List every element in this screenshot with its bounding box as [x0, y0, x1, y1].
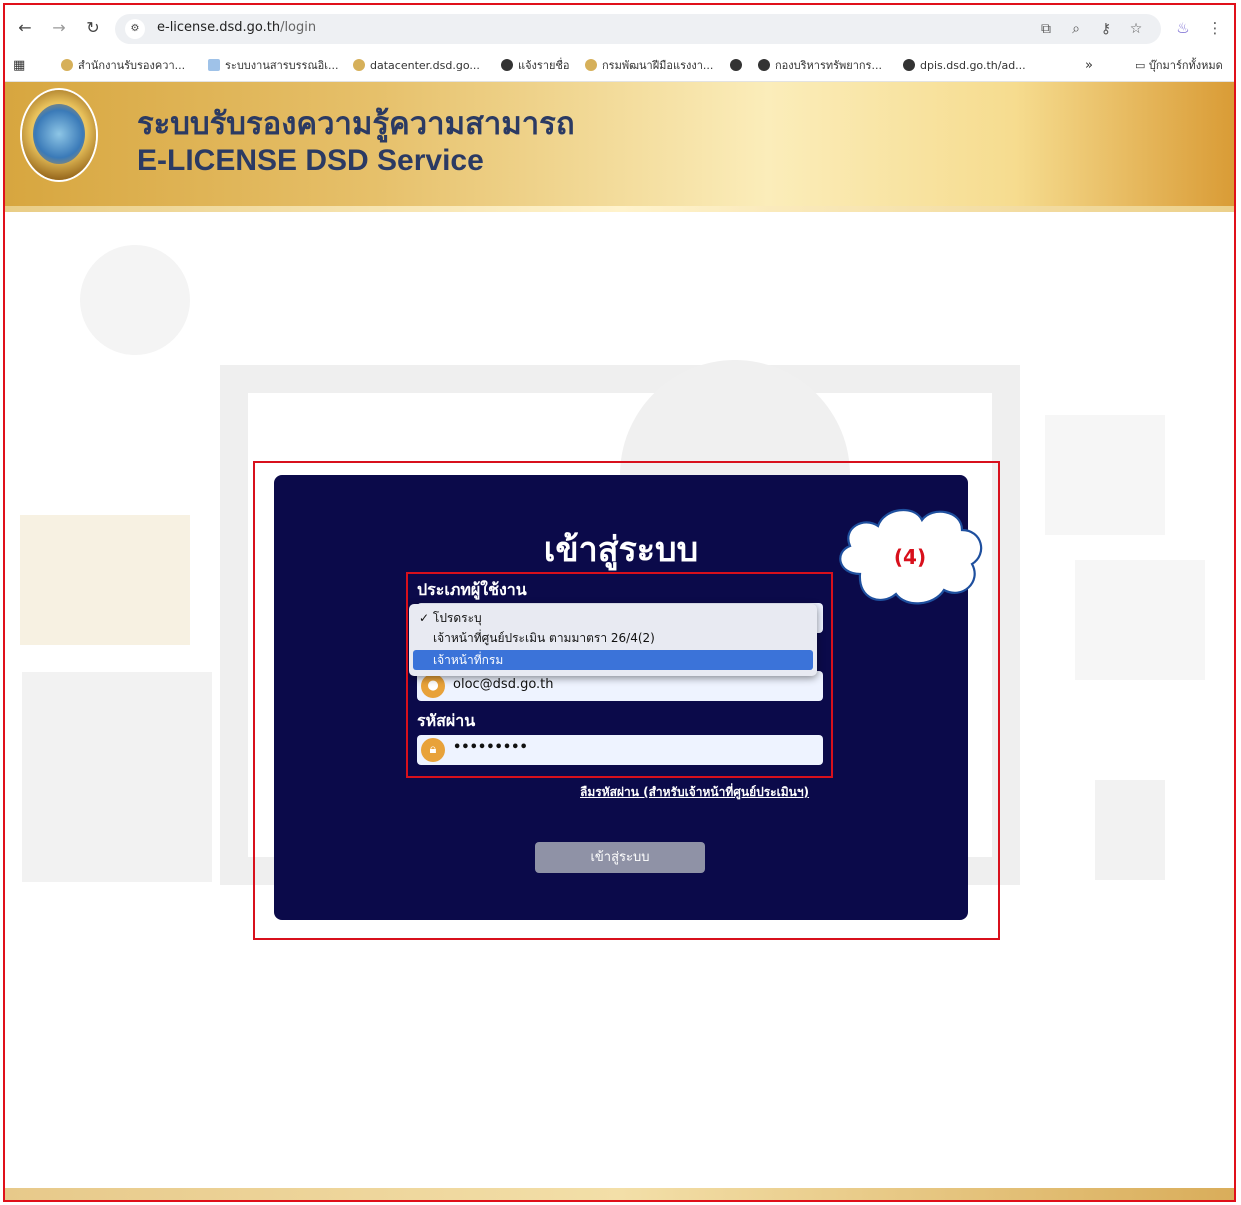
background-pie-chart: [80, 245, 190, 355]
site-title-english: E-LICENSE DSD Service: [137, 144, 484, 177]
address-bar[interactable]: ⚙ e-license.dsd.go.th/login ⧉ ⌕ ⚷ ☆: [115, 14, 1161, 44]
bookmark-item[interactable]: กองบริหารทรัพยากร...: [758, 58, 882, 74]
folder-icon: ▭: [1135, 59, 1149, 72]
login-button[interactable]: เข้าสู่ระบบ: [535, 842, 705, 873]
forgot-password-link[interactable]: ลืมรหัสผ่าน (สำหรับเจ้าหน้าที่ศูนย์ประเม…: [580, 783, 809, 802]
site-info-icon[interactable]: ⚙: [125, 19, 145, 39]
background-bar-chart: [1045, 415, 1165, 535]
globe-icon: [903, 59, 915, 71]
bookmark-item[interactable]: datacenter.dsd.go...: [353, 58, 480, 74]
star-icon[interactable]: ☆: [1127, 20, 1145, 38]
seal-icon: [353, 59, 365, 71]
dsd-logo: [22, 90, 96, 180]
document-icon: [208, 59, 220, 71]
zoom-icon[interactable]: ⌕: [1067, 20, 1085, 38]
bookmarks-bar: ▦ สำนักงานรับรองควา... ระบบงานสารบรรณอิเ…: [5, 51, 1236, 82]
forward-icon[interactable]: →: [49, 18, 69, 38]
seal-icon: [61, 59, 73, 71]
background-folder: [20, 515, 190, 645]
globe-icon: [501, 59, 513, 71]
profile-icon[interactable]: ♨: [1173, 18, 1193, 38]
background-document: [1075, 560, 1205, 680]
callout-label: (4): [893, 545, 927, 569]
back-icon[interactable]: ←: [15, 18, 35, 38]
background-server-rack: [22, 672, 212, 882]
menu-icon[interactable]: ⋮: [1205, 18, 1225, 38]
globe-icon: [730, 59, 742, 71]
apps-icon[interactable]: ▦: [13, 58, 25, 74]
seal-icon: [585, 59, 597, 71]
translate-icon[interactable]: ⧉: [1037, 20, 1055, 38]
bookmark-item[interactable]: สำนักงานรับรองควา...: [61, 58, 185, 74]
browser-toolbar: ← → ↻ ⚙ e-license.dsd.go.th/login ⧉ ⌕ ⚷ …: [5, 5, 1236, 51]
key-icon[interactable]: ⚷: [1097, 20, 1115, 38]
bookmark-item[interactable]: กรมพัฒนาฝีมือแรงงา...: [585, 58, 713, 74]
all-bookmarks-button[interactable]: ▭ บุ๊กมาร์กทั้งหมด: [1135, 58, 1223, 74]
logo-emblem: [33, 104, 85, 164]
url-text[interactable]: e-license.dsd.go.th/login: [157, 20, 316, 35]
bookmark-item[interactable]: ระบบงานสารบรรณอิเ...: [208, 58, 339, 74]
globe-icon: [758, 59, 770, 71]
bookmark-item[interactable]: [730, 58, 747, 74]
footer-bar: [5, 1188, 1236, 1202]
site-title-thai: ระบบรับรองความรู้ความสามารถ: [137, 106, 575, 142]
background-plant-pot: [1095, 780, 1165, 880]
header-divider: [5, 206, 1236, 212]
bookmark-item[interactable]: แจ้งรายชื่อ: [501, 58, 570, 74]
reload-icon[interactable]: ↻: [83, 18, 103, 38]
annotation-box-fields: [406, 572, 833, 778]
bookmark-item[interactable]: dpis.dsd.go.th/ad...: [903, 58, 1026, 74]
more-bookmarks-button[interactable]: »: [1085, 58, 1093, 74]
